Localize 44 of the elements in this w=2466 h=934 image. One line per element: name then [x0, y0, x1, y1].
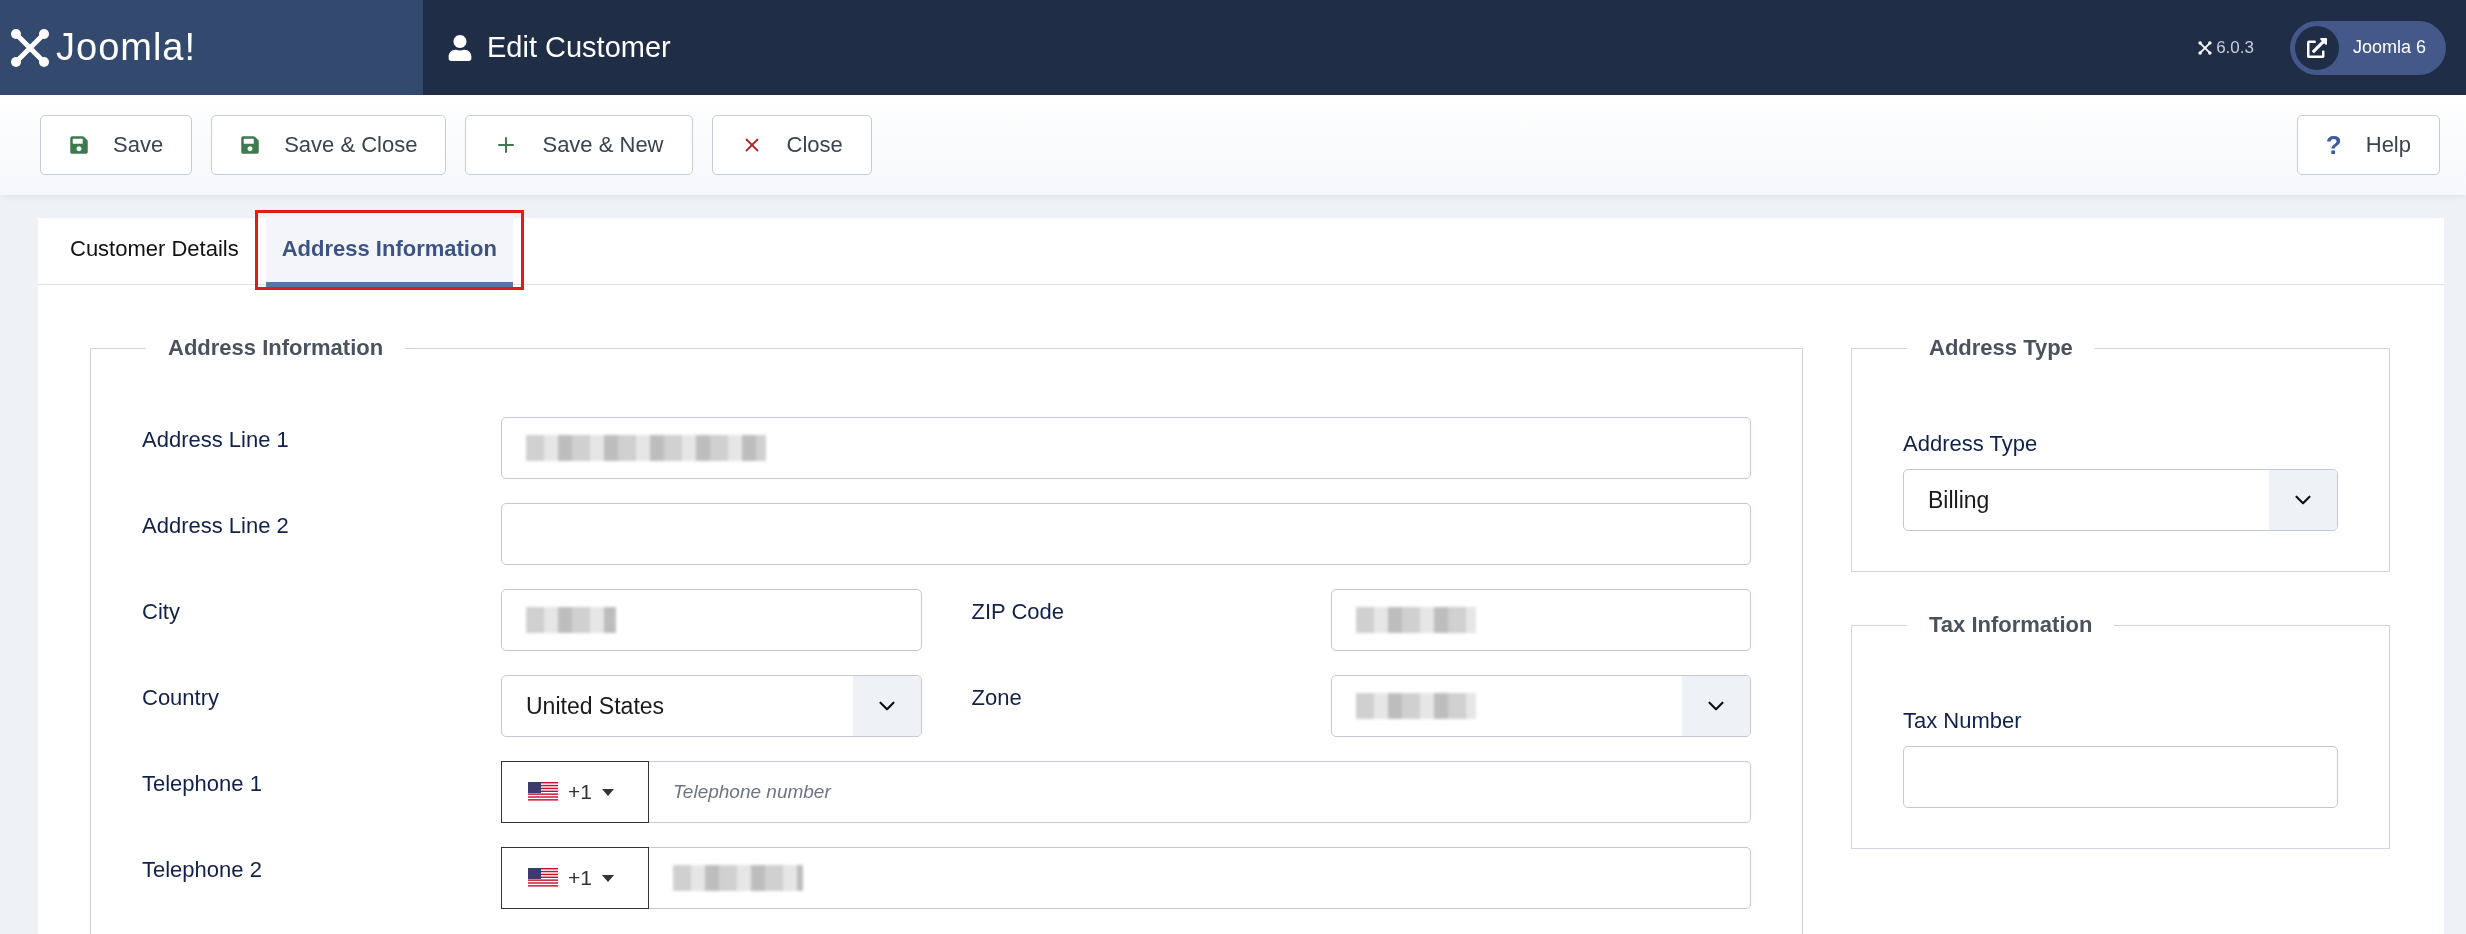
toolbar-button[interactable]: Save: [40, 115, 193, 175]
select-field[interactable]: United States: [501, 675, 922, 737]
field-label: ZIP Code: [971, 598, 1066, 625]
select-field[interactable]: Billing: [1903, 469, 2338, 531]
us-flag-icon: [528, 782, 558, 802]
version-label: 6.0.3: [2198, 37, 2254, 58]
toolbar-button[interactable]: Save & New: [465, 115, 693, 175]
help-button[interactable]: ? Help: [2296, 115, 2440, 175]
tab[interactable]: Address Information: [265, 216, 513, 287]
toolbar-button[interactable]: Save & Close: [211, 115, 447, 175]
tab[interactable]: Customer Details: [54, 218, 255, 284]
text-input[interactable]: [1330, 589, 1751, 651]
toolbar-button[interactable]: Close: [711, 115, 872, 175]
text-input[interactable]: [501, 503, 1751, 565]
page-title: Edit Customer: [487, 31, 671, 64]
caret-icon: [601, 788, 614, 796]
text-input[interactable]: [501, 417, 1751, 479]
text-input[interactable]: [501, 589, 922, 651]
field-label: City: [142, 598, 181, 625]
joomla-logo-icon: [10, 27, 50, 68]
field-label: Zone: [971, 684, 1023, 711]
field-label: Address Type: [1903, 431, 2039, 458]
logo-text: Joomla!: [56, 26, 197, 69]
field-label: Telephone 2: [142, 856, 263, 883]
phone-input[interactable]: Telephone number: [649, 761, 1751, 823]
country-code-dropdown[interactable]: +1: [501, 847, 649, 909]
field-label: Address Line 1: [142, 426, 290, 453]
field-label: Telephone 1: [142, 770, 263, 797]
user-icon: [447, 34, 473, 61]
section-legend: Tax Information: [1907, 612, 2115, 638]
external-link-icon: [2306, 37, 2327, 58]
select-field[interactable]: [1330, 675, 1751, 737]
us-flag-icon: [528, 868, 558, 888]
text-input[interactable]: [1903, 746, 2338, 808]
joomla-mark-icon: [2198, 40, 2213, 55]
field-label: Country: [142, 684, 221, 711]
caret-icon: [601, 874, 614, 882]
section-legend: Address Information: [146, 335, 406, 361]
field-label: Address Line 2: [142, 512, 290, 539]
phone-input[interactable]: [649, 847, 1751, 909]
country-code-dropdown[interactable]: +1: [501, 761, 649, 823]
site-link-button[interactable]: Joomla 6: [2289, 20, 2446, 75]
section-legend: Address Type: [1907, 335, 2095, 361]
field-label: Tax Number: [1903, 708, 2023, 735]
